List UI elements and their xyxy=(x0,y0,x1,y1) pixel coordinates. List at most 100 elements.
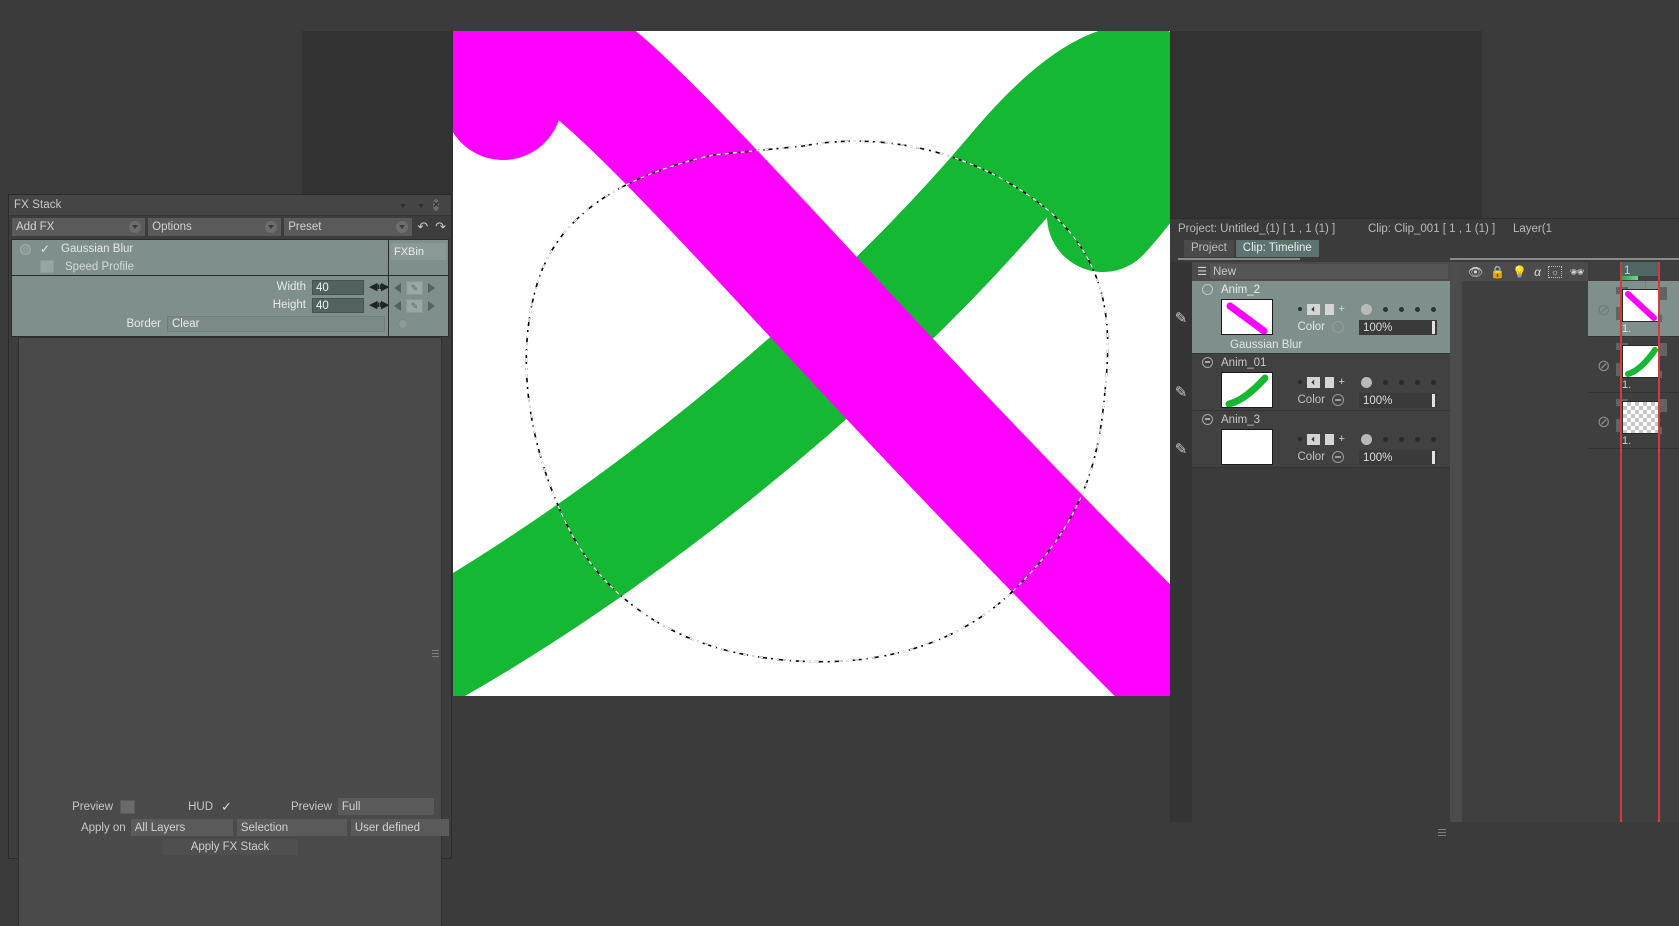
prev-keyframe-icon[interactable] xyxy=(393,300,403,312)
param-input-height[interactable]: 40 xyxy=(312,297,364,313)
preview-quality-dropdown[interactable]: Full xyxy=(337,798,434,815)
apply-on-dropdown[interactable]: All Layers xyxy=(130,819,233,836)
slider-handle-icon[interactable]: ◀⏸▶ xyxy=(369,280,389,294)
layer-opacity-input[interactable]: 100% xyxy=(1358,450,1437,465)
user-defined-dropdown[interactable]: User defined xyxy=(350,819,450,836)
layer-fx-label[interactable]: Gaussian Blur xyxy=(1192,337,1450,353)
project-timeline-panel[interactable]: Project: Untitled_(1) [ 1 , 1 (1) ] Clip… xyxy=(1170,218,1679,838)
blend-dot-icon[interactable] xyxy=(1414,437,1420,442)
blend-dot-icon[interactable] xyxy=(1398,437,1404,442)
blend-dot-icon[interactable] xyxy=(1382,437,1388,442)
preview-row[interactable]: Preview HUD ✓ Preview Full xyxy=(11,796,449,817)
layer-name-row[interactable]: Anim_2 xyxy=(1192,281,1450,298)
layer-thumbnail-magenta[interactable] xyxy=(1221,299,1273,335)
resize-grip[interactable] xyxy=(432,649,439,657)
add-fx-dropdown[interactable]: Add FX xyxy=(12,217,146,236)
layer-blend-dots[interactable] xyxy=(1359,303,1450,316)
redo-icon[interactable]: ↷ xyxy=(433,218,448,235)
border-dropdown[interactable]: Clear xyxy=(167,315,385,332)
paint-brush-icon[interactable]: ✎ xyxy=(1170,298,1192,340)
timeline-cell-thumb-empty[interactable] xyxy=(1622,401,1660,434)
panel-resize-grip[interactable] xyxy=(1438,829,1446,836)
render-toggle-icon[interactable]: ⏴ xyxy=(1306,376,1320,388)
layer-list[interactable]: ☰ New Anim_2 ⏴ + Color 100% Gaussian Blu… xyxy=(1192,262,1450,822)
options-dropdown[interactable]: Options xyxy=(148,217,282,236)
fx-stack-toolbar[interactable]: Add FX Options Preset ↶ ↷ xyxy=(9,216,451,237)
blend-dot-icon[interactable] xyxy=(1430,437,1436,442)
blend-dot-active-icon[interactable] xyxy=(1360,377,1372,388)
param-keyframe-controls[interactable]: ✎ ✎ xyxy=(388,276,448,336)
fx-bin-dropdown[interactable]: FXBin xyxy=(391,243,446,260)
preview-checkbox[interactable] xyxy=(120,799,135,814)
layer-name-row[interactable]: Anim_3 xyxy=(1192,411,1450,428)
canvas-paper[interactable] xyxy=(453,31,1170,696)
layer-row-anim-01[interactable]: Anim_01 ⏴ + Color 100% xyxy=(1192,354,1450,411)
timeline-row-anim-2[interactable]: ⊘ 1. ⏸▶ xyxy=(1588,281,1679,337)
blend-dot-icon[interactable] xyxy=(1430,380,1436,385)
disabled-layer-icon[interactable]: ⊘ xyxy=(1597,300,1610,320)
fx-stack-bottom-controls[interactable]: Preview HUD ✓ Preview Full Apply on All … xyxy=(9,796,451,858)
keyframe-row-border[interactable] xyxy=(389,315,448,333)
timeline-cell-thumb-green[interactable] xyxy=(1622,345,1660,378)
blend-dot-icon[interactable] xyxy=(1414,307,1420,312)
frame-number-1[interactable]: 1 xyxy=(1624,265,1630,277)
layer-name-row[interactable]: Anim_01 xyxy=(1192,354,1450,371)
apply-fx-stack-button[interactable]: Apply FX Stack xyxy=(162,839,298,855)
paint-brush-icon[interactable]: ✎ xyxy=(1170,430,1192,470)
color-filter-icon[interactable] xyxy=(1331,394,1344,406)
new-layer-dropdown[interactable]: New xyxy=(1210,264,1448,279)
paint-brush-icon[interactable]: ✎ xyxy=(1170,373,1192,413)
undo-icon[interactable]: ↶ xyxy=(415,218,430,235)
alpha-icon[interactable]: α xyxy=(1534,265,1541,279)
layer-type-icon[interactable] xyxy=(1324,376,1334,388)
selection-dropdown[interactable]: Selection xyxy=(236,819,347,836)
slider-handle-icon[interactable]: ◀⏸▶ xyxy=(369,298,389,312)
fx-enabled-check-icon[interactable]: ✓ xyxy=(40,243,53,255)
layer-expand-icon[interactable] xyxy=(1202,284,1213,295)
blend-dot-active-icon[interactable] xyxy=(1360,434,1372,445)
fx-stack-panel[interactable]: FX Stack × Add FX Options Preset ↶ ↷ ✓ G… xyxy=(8,194,452,926)
timeline-row-anim-3[interactable]: ⊘ 1. ⏸▶ xyxy=(1588,393,1679,449)
panel-dot-icon[interactable] xyxy=(379,199,392,212)
layer-opacity-input[interactable]: 100% xyxy=(1358,320,1437,335)
playhead-end-marker[interactable] xyxy=(1658,262,1660,822)
layer-thumbnail-green[interactable] xyxy=(1221,372,1273,408)
layer-blend-dots[interactable] xyxy=(1359,433,1450,446)
lightbulb-icon[interactable]: 💡 xyxy=(1512,265,1527,279)
blend-dot-active-icon[interactable] xyxy=(1360,304,1372,315)
blend-dot-icon[interactable] xyxy=(1382,307,1388,312)
set-key-icon[interactable]: ✎ xyxy=(406,299,423,313)
add-column-icon[interactable]: + xyxy=(1339,433,1345,445)
set-key-icon[interactable]: ✎ xyxy=(406,281,423,295)
blend-dot-icon[interactable] xyxy=(1430,307,1436,312)
add-column-icon[interactable]: + xyxy=(1339,303,1345,315)
fx-speed-profile-row[interactable]: Speed Profile xyxy=(12,258,388,275)
next-keyframe-icon[interactable] xyxy=(426,282,436,294)
layer-thumbnail-empty[interactable] xyxy=(1221,429,1273,465)
fx-item-gaussian-blur[interactable]: ✓ Gaussian Blur xyxy=(12,240,388,258)
timeline-columns[interactable]: 👁 🔒 💡 α ☼ 🕶 1 3 ⊘ xyxy=(1462,262,1679,822)
apply-on-row[interactable]: Apply on All Layers Selection User defin… xyxy=(11,817,450,838)
blend-dot-icon[interactable] xyxy=(1382,380,1388,385)
layer-type-icon[interactable] xyxy=(1324,303,1334,315)
fx-radio-icon[interactable] xyxy=(20,243,31,255)
blend-dot-icon[interactable] xyxy=(1398,380,1404,385)
prev-keyframe-icon[interactable] xyxy=(393,282,403,294)
param-row-width[interactable]: Width 40 ◀⏸▶ xyxy=(12,278,389,296)
layer-row-anim-3[interactable]: Anim_3 ⏴ + Color 100% xyxy=(1192,411,1450,468)
panel-close-icon[interactable]: × xyxy=(433,198,446,212)
add-column-icon[interactable]: + xyxy=(1339,376,1345,388)
matte-icon[interactable]: ☼ xyxy=(1547,265,1563,278)
onionskin-icon[interactable]: 🕶 xyxy=(1569,265,1584,279)
lock-icon[interactable]: 🔒 xyxy=(1490,265,1505,279)
layer-row-anim-2[interactable]: Anim_2 ⏴ + Color 100% Gaussian Blur xyxy=(1192,281,1450,354)
fx-parameters[interactable]: Width 40 ◀⏸▶ Height 40 ◀⏸▶ Border Clear xyxy=(11,276,449,337)
fx-bin-column[interactable]: FXBin xyxy=(388,240,448,275)
param-row-border[interactable]: Border Clear xyxy=(12,314,388,333)
param-input-width[interactable]: 40 xyxy=(312,279,364,295)
blend-dot-icon[interactable] xyxy=(1398,307,1404,312)
param-row-height[interactable]: Height 40 ◀⏸▶ xyxy=(12,296,389,314)
speed-profile-swatch-icon[interactable] xyxy=(40,260,54,273)
disabled-layer-icon[interactable]: ⊘ xyxy=(1597,356,1610,376)
tab-project[interactable]: Project xyxy=(1184,240,1234,257)
